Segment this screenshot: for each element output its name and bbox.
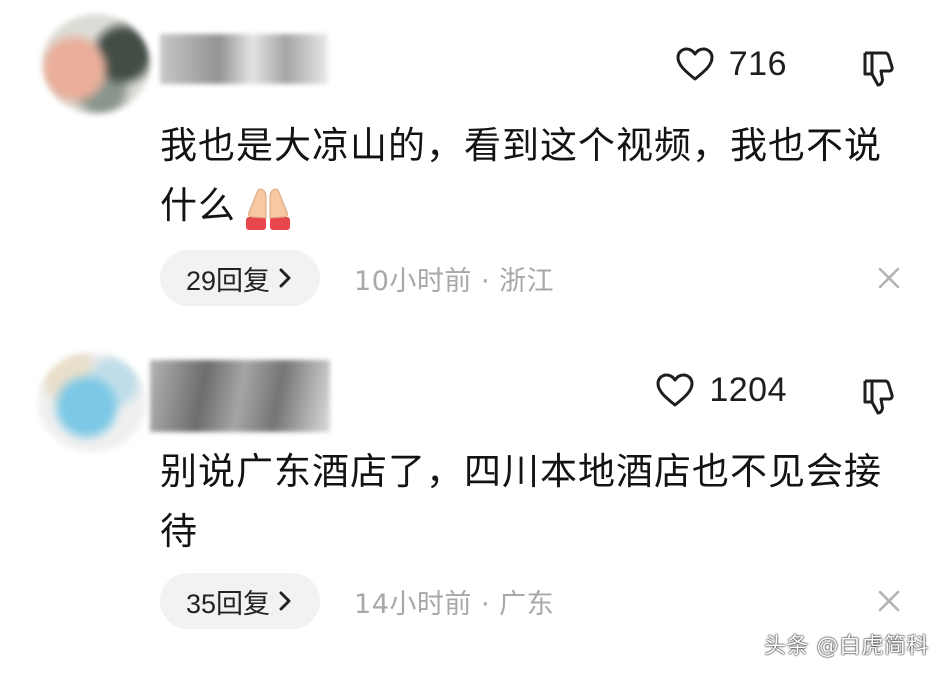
comment-text: 别说广东酒店了，四川本地酒店也不见会接待 <box>160 442 890 562</box>
chevron-right-icon <box>278 267 292 289</box>
time-location: 14小时前 · 广东 <box>354 588 555 620</box>
like-count: 716 <box>728 45 787 83</box>
reply-count: 35回复 <box>186 588 271 619</box>
close-icon[interactable] <box>876 588 902 614</box>
like-button[interactable]: 1204 <box>655 372 787 408</box>
comment-meta-row: 35回复 14小时前 · 广东 <box>160 573 900 629</box>
thumbs-down-icon[interactable] <box>861 50 895 88</box>
view-replies-button[interactable]: 29回复 <box>160 250 321 306</box>
heart-outline-icon[interactable] <box>675 46 715 82</box>
time-location: 10小时前 · 浙江 <box>354 265 555 297</box>
comment-item: 1204 别说广东酒店了，四川本地酒店也不见会接待 35回复 14小时前 · 广… <box>0 330 945 650</box>
thumbs-down-icon[interactable] <box>861 378 895 416</box>
reply-count: 29回复 <box>186 265 271 296</box>
folded-hands-icon <box>240 185 296 231</box>
chevron-right-icon <box>278 590 292 612</box>
watermark: 头条 @白虎简科 <box>764 634 929 659</box>
comment-body: 别说广东酒店了，四川本地酒店也不见会接待 <box>160 450 882 553</box>
avatar[interactable] <box>42 14 150 114</box>
comment-meta-row: 29回复 10小时前 · 浙江 <box>160 250 900 306</box>
view-replies-button[interactable]: 35回复 <box>160 573 321 629</box>
like-button[interactable]: 716 <box>675 46 787 82</box>
close-icon[interactable] <box>876 265 902 291</box>
username[interactable] <box>150 360 330 432</box>
heart-outline-icon[interactable] <box>655 372 695 408</box>
comment-item: 716 我也是大凉山的，看到这个视频，我也不说什么 29回复 10小时前 · 浙… <box>0 0 945 330</box>
like-count: 1204 <box>709 371 787 409</box>
avatar[interactable] <box>38 352 146 452</box>
comment-text: 我也是大凉山的，看到这个视频，我也不说什么 <box>160 116 890 236</box>
username[interactable] <box>160 34 328 84</box>
